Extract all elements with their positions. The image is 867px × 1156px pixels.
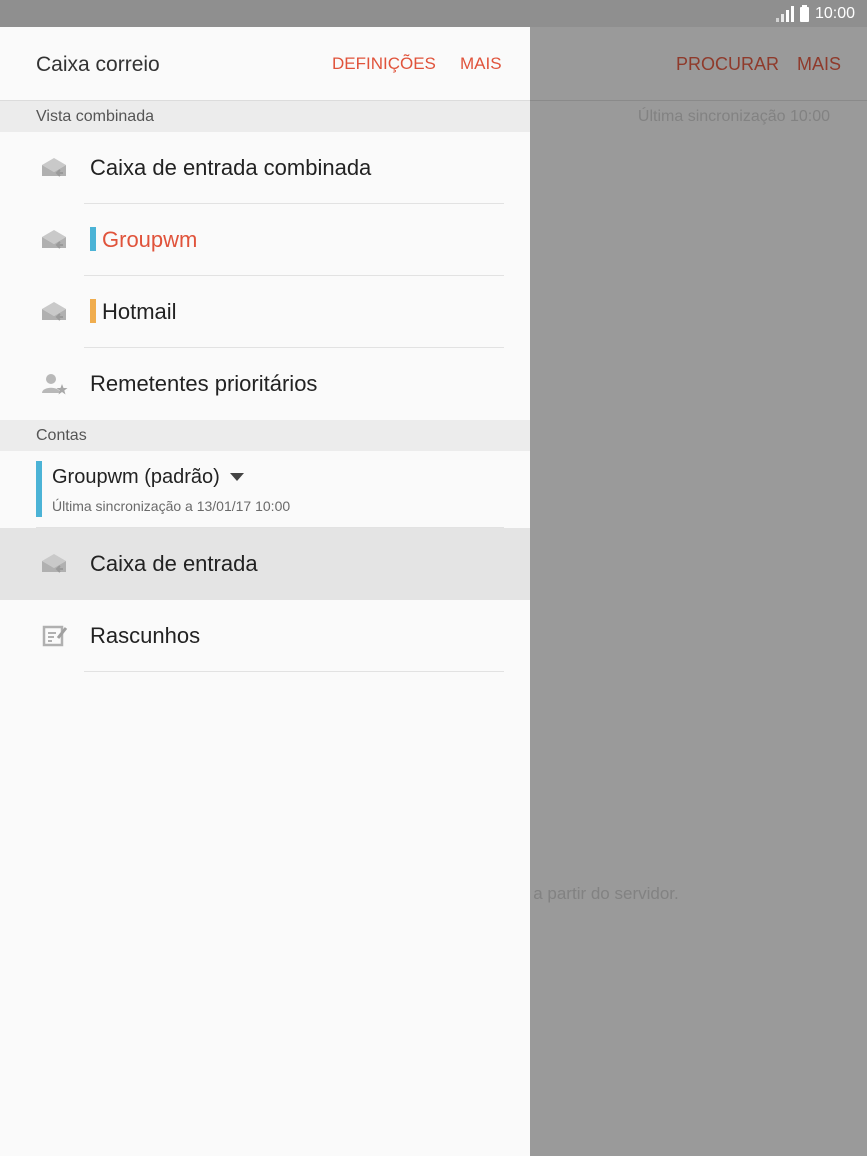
more-button[interactable]: MAIS (797, 54, 841, 75)
hotmail-inbox-item[interactable]: Hotmail (0, 276, 530, 348)
item-label: Caixa de entrada (90, 551, 258, 576)
mailbox-drawer: Caixa correio DEFINIÇÕES MAIS Vista comb… (0, 27, 530, 1156)
divider (84, 671, 504, 672)
drafts-folder-item[interactable]: Rascunhos (0, 600, 530, 672)
groupwm-inbox-item[interactable]: Groupwm (0, 204, 530, 276)
section-accounts: Contas (0, 420, 530, 451)
inbox-folder-item[interactable]: Caixa de entrada (0, 528, 530, 600)
status-time: 10:00 (814, 5, 855, 22)
drafts-icon (42, 625, 68, 647)
item-label: Groupwm (90, 204, 197, 276)
drawer-title: Caixa correio (36, 53, 160, 76)
inbox-icon (42, 302, 66, 321)
inbox-icon (42, 158, 66, 177)
search-button[interactable]: PROCURAR (676, 54, 779, 75)
battery-icon (799, 4, 809, 22)
inbox-icon (42, 554, 66, 573)
item-label: Caixa de entrada combinada (90, 155, 372, 180)
account-last-sync: Última sincronização a 13/01/17 10:00 (52, 498, 291, 514)
account-selector[interactable]: Groupwm (padrão) Última sincronização a … (0, 451, 530, 528)
account-name: Groupwm (padrão) (52, 466, 244, 489)
empty-message: s a partir do servidor. (520, 884, 679, 903)
priority-senders-item[interactable]: Remetentes prioritários (0, 348, 530, 420)
signal-icon (775, 6, 794, 22)
settings-button[interactable]: DEFINIÇÕES (332, 54, 436, 74)
combined-inbox-item[interactable]: Caixa de entrada combinada (0, 132, 530, 204)
last-sync-label: Última sincronização 10:00 (637, 108, 830, 125)
item-label: Remetentes prioritários (90, 371, 318, 396)
item-label: Hotmail (90, 276, 177, 348)
drawer-header: Caixa correio DEFINIÇÕES MAIS (0, 27, 530, 101)
account-color-marker (36, 461, 42, 517)
inbox-icon (42, 230, 66, 249)
drawer-more-button[interactable]: MAIS (460, 54, 502, 74)
item-label: Rascunhos (90, 623, 201, 648)
account-color-marker (90, 299, 96, 324)
priority-sender-icon (42, 374, 68, 395)
section-combined-view: Vista combinada (0, 101, 530, 132)
status-bar: 10:00 (0, 0, 867, 27)
account-color-marker (90, 227, 96, 252)
caret-down-icon (229, 472, 244, 481)
